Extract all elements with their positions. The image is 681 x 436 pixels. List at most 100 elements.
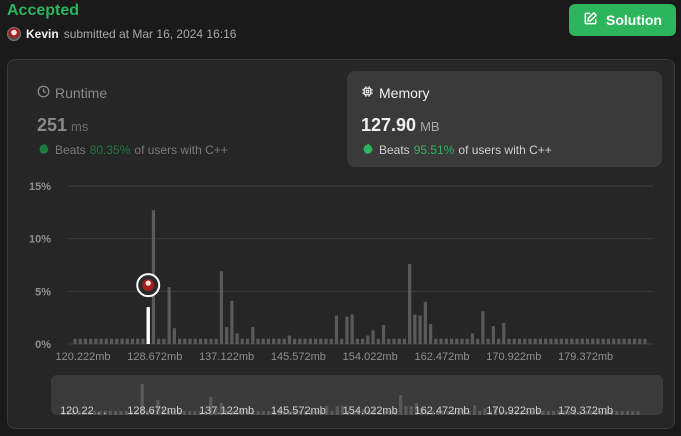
chart-bar[interactable] <box>308 338 312 344</box>
chart-bar[interactable] <box>209 338 213 344</box>
chart-bar[interactable] <box>549 338 553 344</box>
chart-bar[interactable] <box>214 338 218 344</box>
chart-bar[interactable] <box>230 300 234 344</box>
chart-bar[interactable] <box>449 338 454 344</box>
chart-bar[interactable] <box>538 338 543 344</box>
chart-bar[interactable] <box>517 338 522 344</box>
chart-bar[interactable] <box>606 338 610 344</box>
chart-bar[interactable] <box>177 338 182 344</box>
chart-bar[interactable] <box>78 338 82 344</box>
chart-bar[interactable] <box>287 335 292 344</box>
chart-bar[interactable] <box>251 327 255 344</box>
chart-bar[interactable] <box>89 338 93 344</box>
chart-bar[interactable] <box>282 338 286 344</box>
solution-button[interactable]: Solution <box>569 4 676 36</box>
chart-bar[interactable] <box>465 338 469 344</box>
chart-bar[interactable] <box>272 338 276 344</box>
chart-bar[interactable] <box>408 263 412 344</box>
chart-bar[interactable] <box>115 338 119 344</box>
chart-bar[interactable] <box>334 315 339 344</box>
chart-bar[interactable] <box>617 338 621 344</box>
chart-bar[interactable] <box>329 338 333 344</box>
chart-bar[interactable] <box>523 338 527 344</box>
chart-bar[interactable] <box>580 338 584 344</box>
chart-bar[interactable] <box>355 338 359 344</box>
chart-bar[interactable] <box>183 338 187 344</box>
chart-bar[interactable] <box>596 338 600 344</box>
chart-bar[interactable] <box>83 338 88 344</box>
chart-bar[interactable] <box>564 338 569 344</box>
chart-bar[interactable] <box>381 325 386 344</box>
chart-bar[interactable] <box>387 338 391 344</box>
chart-bar[interactable] <box>157 338 161 344</box>
chart-bar[interactable] <box>476 338 480 344</box>
chart-bar[interactable] <box>528 338 532 344</box>
chart-bar[interactable] <box>225 327 229 344</box>
chart-bar[interactable] <box>277 338 281 344</box>
chart-bar[interactable] <box>172 328 176 344</box>
chart-bar[interactable] <box>486 338 490 344</box>
chart-bar[interactable] <box>240 338 244 344</box>
chart-bar[interactable] <box>585 338 590 344</box>
chart-bar[interactable] <box>439 338 443 344</box>
chart-bar[interactable] <box>188 338 192 344</box>
chart-bar[interactable] <box>261 338 265 344</box>
chart-bar[interactable] <box>622 338 626 344</box>
chart-bar[interactable] <box>496 338 501 344</box>
chart-bar[interactable] <box>418 315 422 344</box>
chart-bar[interactable] <box>345 316 349 344</box>
chart-bar[interactable] <box>481 311 485 344</box>
chart-bar[interactable] <box>219 271 224 344</box>
submitter-name[interactable]: Kevin <box>26 27 59 41</box>
chart-bar[interactable] <box>198 338 203 344</box>
chart-bar[interactable] <box>559 338 563 344</box>
chart-bar[interactable] <box>130 338 135 344</box>
chart-bar[interactable] <box>392 338 396 344</box>
chart-bar[interactable] <box>340 338 344 344</box>
chart-bar[interactable] <box>266 338 271 344</box>
chart-bar[interactable] <box>460 338 464 344</box>
chart-bar[interactable] <box>507 338 511 344</box>
chart-bar[interactable] <box>313 338 318 344</box>
chart-bar[interactable] <box>402 338 407 344</box>
chart-bar[interactable] <box>120 338 124 344</box>
chart-bar[interactable] <box>99 338 103 344</box>
chart-bar[interactable] <box>235 333 239 344</box>
chart-bar[interactable] <box>591 338 595 344</box>
chart-bar[interactable] <box>575 338 579 344</box>
chart-bar[interactable] <box>612 338 616 344</box>
chart-bar[interactable] <box>533 338 537 344</box>
chart-bar[interactable] <box>104 338 108 344</box>
chart-bar[interactable] <box>293 338 297 344</box>
chart-bar[interactable] <box>643 338 647 344</box>
chart-bar[interactable] <box>491 326 495 344</box>
chart-bar[interactable] <box>413 314 417 344</box>
chart-bar[interactable] <box>554 338 558 344</box>
chart-bar[interactable] <box>73 338 77 344</box>
chart-bar[interactable] <box>397 338 401 344</box>
chart-bar[interactable] <box>371 330 375 344</box>
chart-bar[interactable] <box>366 335 370 344</box>
chart-bar[interactable] <box>423 301 427 344</box>
chart-bar[interactable] <box>502 322 506 344</box>
chart-bar[interactable] <box>324 338 328 344</box>
chart-bar[interactable] <box>544 338 548 344</box>
chart-bar[interactable] <box>162 338 166 344</box>
chart-bar[interactable] <box>601 338 605 344</box>
avatar[interactable] <box>7 27 21 41</box>
chart-bar[interactable] <box>434 338 438 344</box>
chart-bar[interactable] <box>298 338 302 344</box>
chart-bar[interactable] <box>110 338 114 344</box>
chart-bar[interactable] <box>470 333 475 344</box>
chart-bar[interactable] <box>167 287 171 344</box>
chart-bar[interactable] <box>245 338 250 344</box>
chart-bar[interactable] <box>141 338 145 344</box>
chart-bar[interactable] <box>125 338 129 344</box>
chart-bar[interactable] <box>350 314 354 344</box>
chart-bar[interactable] <box>204 338 208 344</box>
chart-bar[interactable] <box>632 338 637 344</box>
chart-bar[interactable] <box>512 338 516 344</box>
chart-bar[interactable] <box>94 338 98 344</box>
chart-bar[interactable] <box>319 338 323 344</box>
chart-bar[interactable] <box>136 338 140 344</box>
